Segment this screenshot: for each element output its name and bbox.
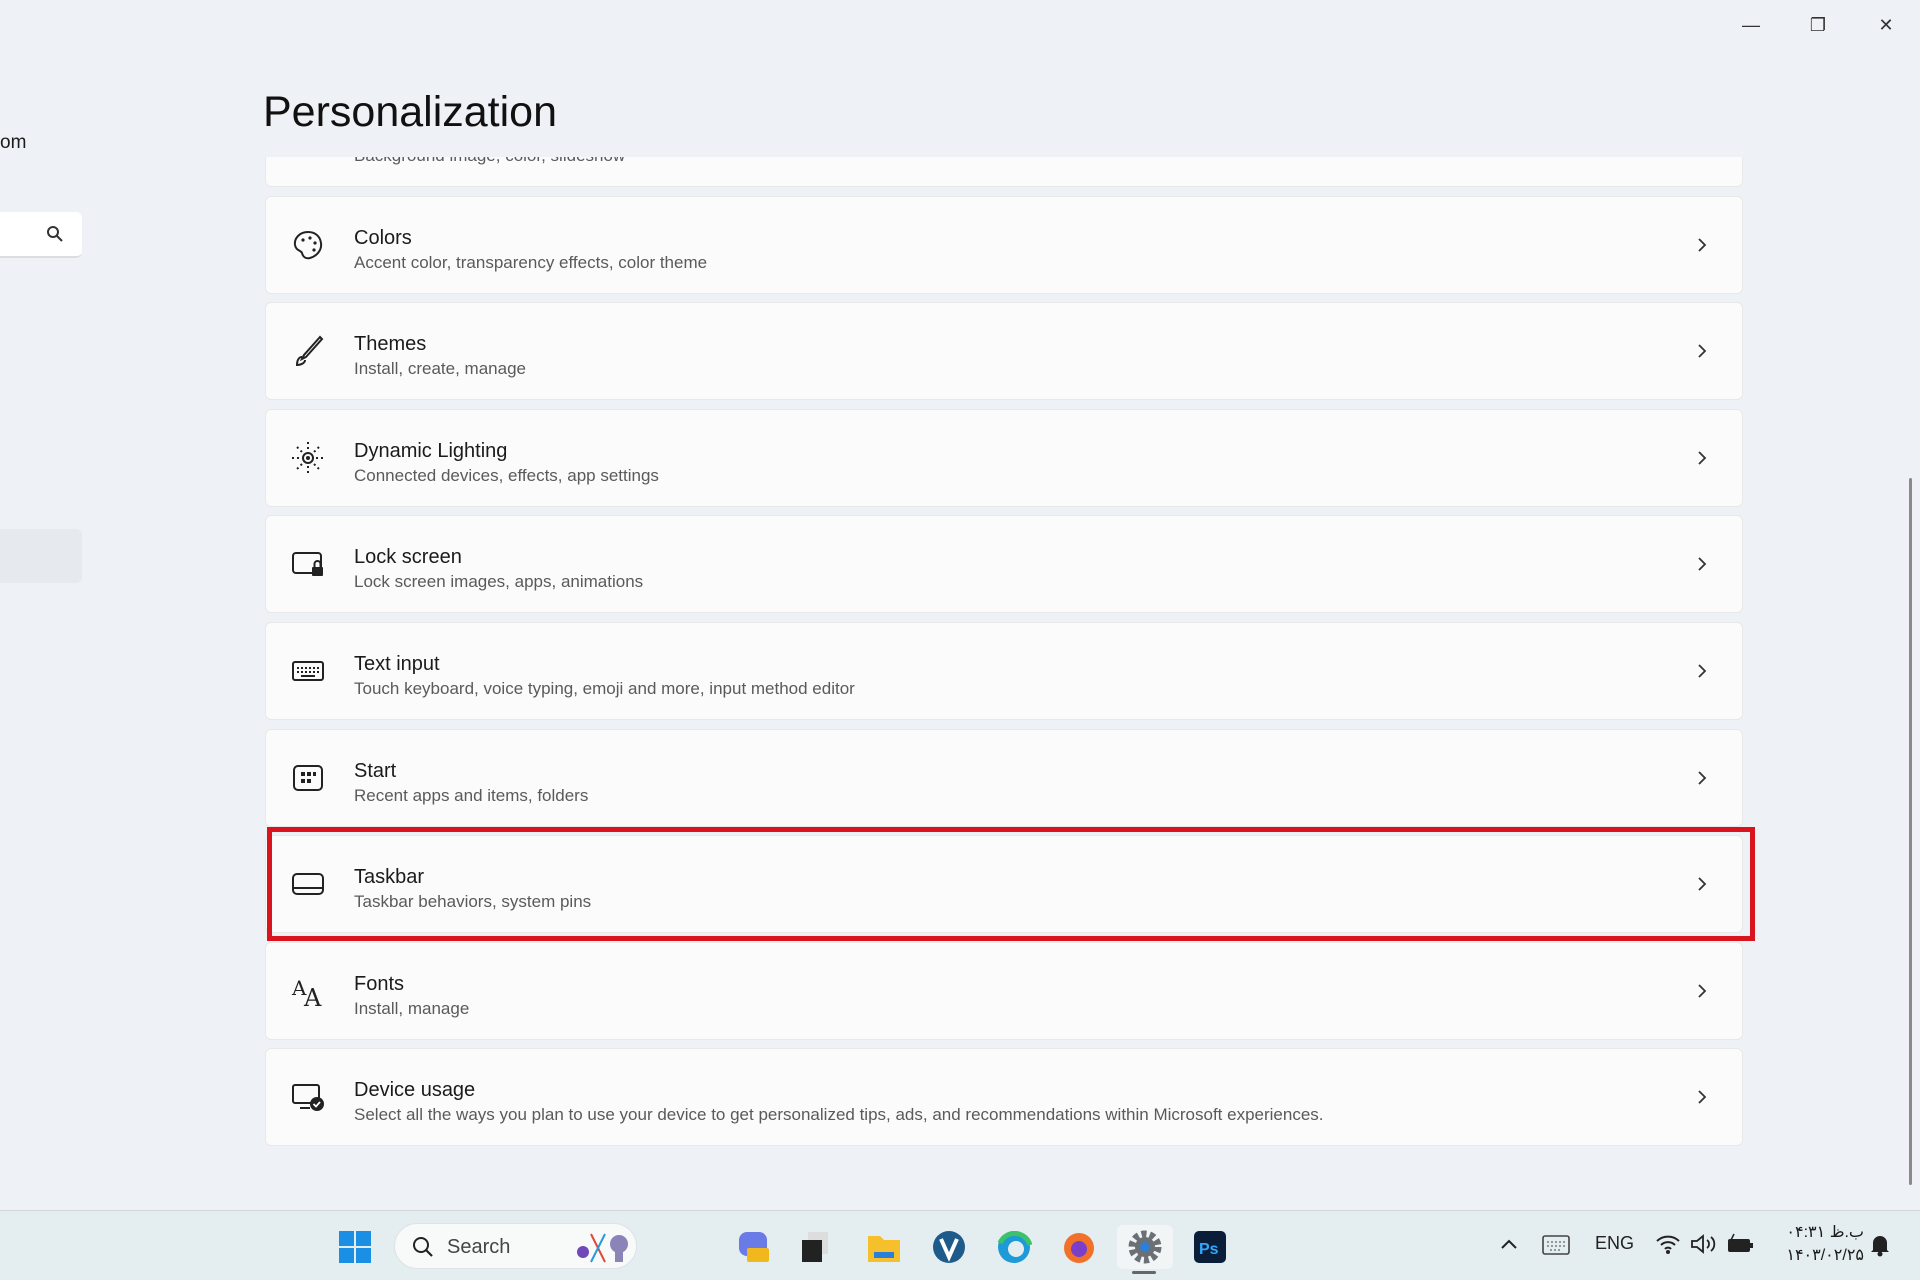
item-subtitle: Touch keyboard, voice typing, emoji and …: [354, 679, 855, 698]
taskbar-app-file-explorer[interactable]: [862, 1225, 906, 1269]
keyboard-icon: [292, 661, 324, 681]
item-title: Dynamic Lighting: [354, 440, 508, 462]
item-subtitle: Background image, color, slideshow: [354, 157, 625, 166]
keyboard-icon[interactable]: [1542, 1235, 1570, 1255]
settings-item-fonts[interactable]: AA Fonts Install, manage: [265, 942, 1743, 1040]
chevron-right-icon: [1698, 984, 1707, 998]
photoshop-icon: Ps: [1194, 1231, 1226, 1263]
taskbar-app-photoshop[interactable]: Ps: [1188, 1225, 1232, 1269]
taskbar-app-edge[interactable]: [992, 1225, 1036, 1269]
folder-icon: [868, 1236, 900, 1262]
search-icon: [413, 1237, 433, 1257]
language-indicator[interactable]: ENG: [1595, 1233, 1634, 1254]
item-subtitle: Lock screen images, apps, animations: [354, 572, 644, 591]
lighting-icon: [292, 442, 324, 474]
active-indicator: [1132, 1271, 1156, 1274]
svg-text:A: A: [303, 984, 322, 1009]
device-usage-icon: [292, 1084, 324, 1111]
taskbar: Search Ps ENG ۰۴:۳۱ ب.ظ ۱۴۰۳/۰۲/۲۵: [0, 1210, 1920, 1280]
task-view-icon: [802, 1232, 828, 1262]
minimize-button[interactable]: —: [1726, 8, 1776, 42]
edge-icon: [997, 1231, 1032, 1263]
volume-icon[interactable]: [1690, 1233, 1718, 1255]
item-title: Fonts: [354, 973, 405, 995]
chevron-up-icon[interactable]: [1499, 1237, 1519, 1251]
minimize-icon: —: [1742, 14, 1760, 35]
item-title: Start: [354, 760, 397, 782]
taskbar-app-task-view[interactable]: [793, 1225, 837, 1269]
bell-icon[interactable]: [1869, 1233, 1891, 1257]
fonts-icon: AA: [291, 976, 322, 1009]
item-subtitle: Select all the ways you plan to use your…: [354, 1105, 1324, 1124]
highlight-box: [267, 827, 1755, 941]
chevron-right-icon: [1698, 238, 1707, 252]
chevron-right-icon: [1698, 771, 1707, 785]
search-highlight-icon: [577, 1233, 628, 1263]
chevron-right-icon: [1698, 1090, 1707, 1104]
close-icon: ✕: [1878, 14, 1894, 35]
taskbar-app-copilot[interactable]: [732, 1225, 776, 1269]
battery-icon[interactable]: [1726, 1233, 1754, 1255]
taskbar-search-label: Search: [447, 1236, 511, 1258]
settings-item-start[interactable]: Start Recent apps and items, folders: [265, 729, 1743, 827]
page-title: Personalization: [263, 88, 558, 136]
settings-item-lock-screen[interactable]: Lock screen Lock screen images, apps, an…: [265, 515, 1743, 613]
start-icon: [293, 765, 323, 791]
chevron-right-icon: [1698, 664, 1707, 678]
chevron-right-icon: [1698, 344, 1707, 358]
copilot-icon: [739, 1232, 769, 1262]
firefox-icon: [1064, 1233, 1094, 1263]
settings-search-input[interactable]: [0, 212, 82, 258]
brush-icon: [295, 335, 324, 367]
item-title: Themes: [354, 333, 427, 355]
restore-button[interactable]: ❐: [1793, 8, 1843, 42]
taskbar-app-settings[interactable]: [1117, 1225, 1173, 1269]
sidebar-item-personalization[interactable]: [0, 529, 82, 583]
settings-item-themes[interactable]: Themes Install, create, manage: [265, 302, 1743, 400]
settings-item-colors[interactable]: Colors Accent color, transparency effect…: [265, 196, 1743, 294]
lock-screen-icon: [292, 552, 323, 576]
gear-icon: [1128, 1230, 1162, 1264]
start-button[interactable]: [333, 1225, 377, 1269]
item-subtitle: Connected devices, effects, app settings: [354, 466, 659, 485]
settings-list: Background Background image, color, slid…: [265, 157, 1745, 1157]
taskbar-search[interactable]: Search: [394, 1223, 637, 1269]
item-title: Lock screen: [354, 546, 462, 568]
wifi-icon[interactable]: [1655, 1233, 1681, 1255]
account-email-partial: om: [0, 132, 27, 153]
close-button[interactable]: ✕: [1861, 8, 1911, 42]
taskbar-app-firefox[interactable]: [1057, 1225, 1101, 1269]
scrollbar[interactable]: [1909, 478, 1912, 1185]
item-subtitle: Recent apps and items, folders: [354, 786, 589, 805]
settings-item-text-input[interactable]: Text input Touch keyboard, voice typing,…: [265, 622, 1743, 720]
settings-item-background[interactable]: Background Background image, color, slid…: [265, 157, 1743, 187]
chevron-right-icon: [1698, 557, 1707, 571]
chevron-right-icon: [1698, 451, 1707, 465]
item-subtitle: Install, manage: [354, 999, 470, 1018]
svg-text:Ps: Ps: [1199, 1241, 1219, 1258]
item-title: Device usage: [354, 1079, 476, 1101]
clock-time: ۰۴:۳۱ ب.ظ: [1786, 1224, 1864, 1241]
taskbar-app-v[interactable]: [927, 1225, 971, 1269]
clock[interactable]: ۰۴:۳۱ ب.ظ ۱۴۰۳/۰۲/۲۵: [1768, 1221, 1864, 1267]
item-subtitle: Accent color, transparency effects, colo…: [354, 253, 708, 272]
windows-icon: [339, 1231, 371, 1263]
item-title: Colors: [354, 227, 412, 249]
item-title: Text input: [354, 653, 440, 675]
v-app-icon: [933, 1231, 965, 1263]
item-subtitle: Install, create, manage: [354, 359, 526, 378]
settings-item-device-usage[interactable]: Device usage Select all the ways you pla…: [265, 1048, 1743, 1146]
palette-icon: [293, 230, 323, 260]
settings-item-dynamic-lighting[interactable]: Dynamic Lighting Connected devices, effe…: [265, 409, 1743, 507]
search-icon: [47, 226, 63, 242]
restore-icon: ❐: [1809, 14, 1827, 35]
clock-date: ۱۴۰۳/۰۲/۲۵: [1786, 1247, 1864, 1264]
